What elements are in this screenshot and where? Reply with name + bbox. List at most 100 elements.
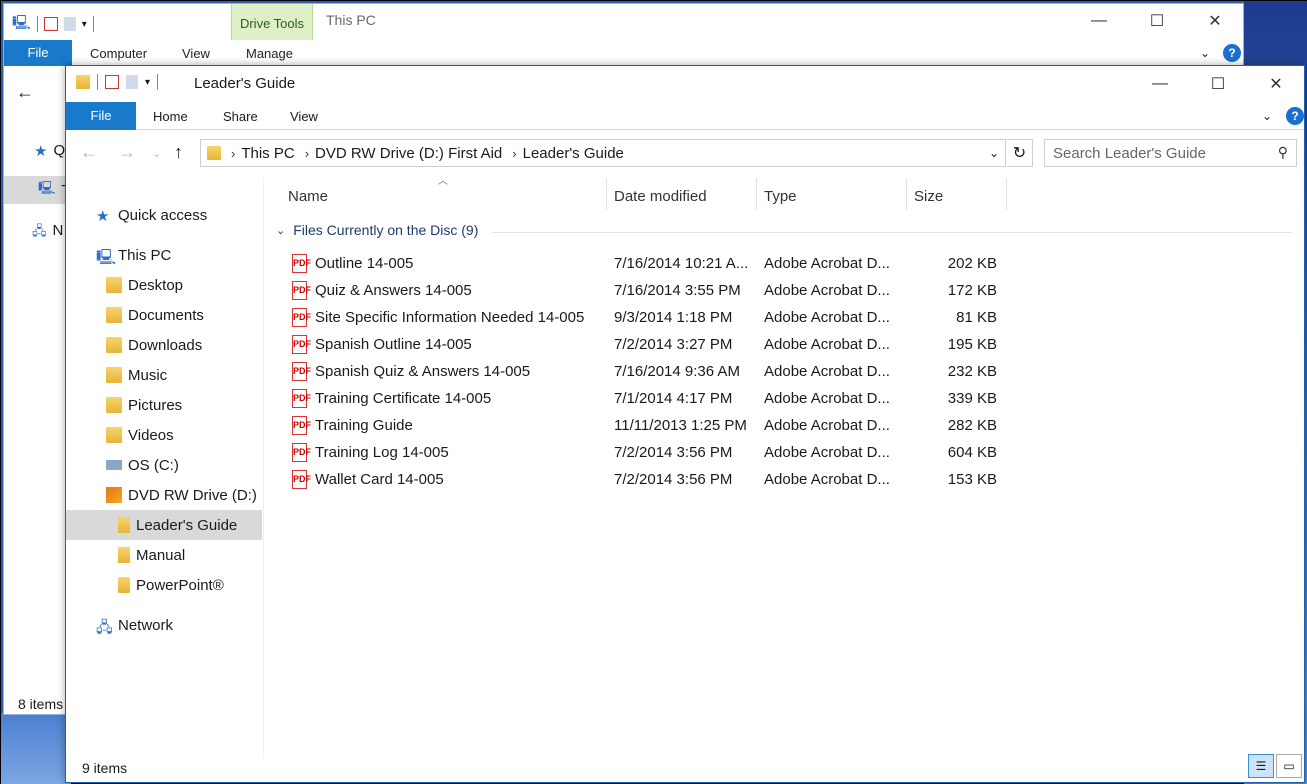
minimize-icon[interactable]: — xyxy=(1131,69,1189,99)
recent-locations-icon[interactable]: ⌄ xyxy=(152,147,161,160)
search-icon: ⚲ xyxy=(1277,144,1288,160)
chevron-right-icon[interactable]: › xyxy=(231,146,235,161)
tab-view[interactable]: View xyxy=(182,40,210,66)
back-arrow-icon[interactable]: ← xyxy=(80,142,98,163)
nav-powerpoint[interactable]: PowerPoint® xyxy=(118,572,224,598)
group-header[interactable]: ⌄ Files Currently on the Disc (9) xyxy=(276,222,478,238)
breadcrumb-leaders-guide[interactable]: Leader's Guide xyxy=(523,145,624,162)
tab-share[interactable]: Share xyxy=(223,102,258,130)
ribbon-expand-icon[interactable]: ⌄ xyxy=(1200,46,1210,60)
details-view-icon[interactable]: ☰ xyxy=(1248,754,1274,778)
file-type: Adobe Acrobat D... xyxy=(764,417,890,434)
pdf-file-icon: PDF xyxy=(292,254,311,273)
table-row[interactable]: PDF Outline 14-005 7/16/2014 10:21 A... Ado… xyxy=(266,251,1006,278)
pdf-file-icon: PDF xyxy=(292,281,311,300)
close-icon[interactable]: ✕ xyxy=(1186,6,1244,36)
column-divider[interactable] xyxy=(906,178,907,210)
nav-network[interactable]: 🖧 Network xyxy=(96,612,173,638)
properties-icon[interactable] xyxy=(43,17,58,31)
chevron-right-icon[interactable]: › xyxy=(512,146,516,161)
separator xyxy=(97,74,98,90)
file-name: Spanish Outline 14-005 xyxy=(315,336,472,353)
breadcrumb-this-pc[interactable]: This PC xyxy=(241,145,294,162)
nav-this-pc[interactable]: 🖳 This PC xyxy=(96,242,171,268)
nav-dvd-drive[interactable]: DVD RW Drive (D:) xyxy=(106,482,257,508)
help-icon[interactable]: ? xyxy=(1223,44,1241,62)
tab-file[interactable]: File xyxy=(4,40,72,66)
file-type: Adobe Acrobat D... xyxy=(764,444,890,461)
file-type: Adobe Acrobat D... xyxy=(764,255,890,272)
pictures-folder-icon xyxy=(106,397,122,413)
address-bar[interactable]: › This PC › DVD RW Drive (D:) First Aid … xyxy=(200,139,1006,167)
column-header-date[interactable]: Date modified xyxy=(614,184,707,210)
group-label: Files Currently on the Disc (9) xyxy=(293,222,479,238)
tab-home[interactable]: Home xyxy=(153,102,188,130)
column-header-size[interactable]: Size xyxy=(914,184,943,210)
minimize-icon[interactable]: — xyxy=(1070,6,1128,36)
help-icon[interactable]: ? xyxy=(1286,107,1304,125)
table-row[interactable]: PDF Spanish Outline 14-005 7/2/2014 3:27 P… xyxy=(266,332,1006,359)
customize-toolbar-icon[interactable]: ▾ xyxy=(82,19,87,30)
table-row[interactable]: PDF Training Certificate 14-005 7/1/2014 4… xyxy=(266,386,1006,413)
file-size: 282 KB xyxy=(947,417,997,434)
nav-label: This PC xyxy=(118,246,172,264)
search-input[interactable]: Search Leader's Guide ⚲ xyxy=(1044,139,1297,167)
customize-toolbar-icon[interactable]: ▾ xyxy=(145,77,150,88)
table-row[interactable]: PDF Spanish Quiz & Answers 14-005 7/16/201… xyxy=(266,359,1006,386)
new-folder-icon[interactable] xyxy=(126,75,138,89)
nav-desktop[interactable]: Desktop xyxy=(106,272,183,298)
tab-view[interactable]: View xyxy=(290,102,318,130)
column-divider[interactable] xyxy=(1006,178,1007,210)
nav-network[interactable]: 🖧 N xyxy=(32,222,63,244)
nav-label: DVD RW Drive (D:) xyxy=(128,486,257,504)
table-row[interactable]: PDF Training Guide 11/11/2013 1:25 PM Adobe… xyxy=(266,413,1006,440)
file-name: Training Log 14-005 xyxy=(315,444,449,461)
column-header-name[interactable]: Name xyxy=(288,184,328,210)
nav-label: Q xyxy=(53,142,66,159)
tab-manage[interactable]: Manage xyxy=(246,40,293,66)
chevron-down-icon[interactable]: ⌄ xyxy=(276,224,285,237)
nav-os-drive[interactable]: OS (C:) xyxy=(106,452,179,478)
tab-computer[interactable]: Computer xyxy=(90,40,147,66)
nav-manual[interactable]: Manual xyxy=(118,542,185,568)
table-row[interactable]: PDF Site Specific Information Needed 14-0… xyxy=(266,305,1006,332)
address-dropdown-icon[interactable]: ⌄ xyxy=(989,146,999,160)
table-row[interactable]: PDF Training Log 14-005 7/2/2014 3:56 PM Ad… xyxy=(266,440,1006,467)
nav-quick-access[interactable]: ★ Quick access xyxy=(96,202,207,228)
nav-quick-access[interactable]: ★ Q xyxy=(34,142,65,160)
maximize-icon[interactable]: ☐ xyxy=(1128,6,1186,36)
new-folder-icon[interactable] xyxy=(63,17,76,31)
table-row[interactable]: PDF Wallet Card 14-005 7/2/2014 3:56 PM Ado… xyxy=(266,467,1006,494)
table-row[interactable]: PDF Quiz & Answers 14-005 7/16/2014 3:55 P… xyxy=(266,278,1006,305)
maximize-icon[interactable]: ☐ xyxy=(1189,69,1247,99)
nav-pictures[interactable]: Pictures xyxy=(106,392,182,418)
column-header-type[interactable]: Type xyxy=(764,184,797,210)
close-icon[interactable]: ✕ xyxy=(1247,69,1305,99)
nav-downloads[interactable]: Downloads xyxy=(106,332,202,358)
nav-leaders-guide[interactable]: Leader's Guide xyxy=(66,510,262,540)
music-folder-icon xyxy=(106,367,122,383)
nav-music[interactable]: Music xyxy=(106,362,167,388)
nav-label: Desktop xyxy=(128,276,184,294)
pdf-file-icon: PDF xyxy=(292,362,311,381)
large-icons-view-icon[interactable]: ▭ xyxy=(1276,754,1302,778)
group-divider xyxy=(492,232,1292,233)
refresh-icon[interactable]: ↻ xyxy=(1007,139,1033,167)
nav-documents[interactable]: Documents xyxy=(106,302,204,328)
tab-file[interactable]: File xyxy=(66,102,136,130)
back-arrow-icon[interactable]: ← xyxy=(16,82,34,103)
chevron-right-icon[interactable]: › xyxy=(305,146,309,161)
nav-this-pc[interactable]: 🖳T xyxy=(4,176,71,204)
pdf-file-icon: PDF xyxy=(292,443,311,462)
file-name: Training Certificate 14-005 xyxy=(315,390,492,407)
column-divider[interactable] xyxy=(756,178,757,210)
breadcrumb-dvd-drive[interactable]: DVD RW Drive (D:) First Aid xyxy=(315,145,502,162)
forward-arrow-icon[interactable]: → xyxy=(118,142,136,163)
file-date: 7/2/2014 3:27 PM xyxy=(614,336,733,353)
nav-videos[interactable]: Videos xyxy=(106,422,174,448)
ribbon-expand-icon[interactable]: ⌄ xyxy=(1262,109,1272,123)
up-arrow-icon[interactable]: ↑ xyxy=(174,142,183,163)
column-divider[interactable] xyxy=(606,178,607,210)
file-size: 81 KB xyxy=(956,309,997,326)
properties-icon[interactable] xyxy=(105,75,119,89)
